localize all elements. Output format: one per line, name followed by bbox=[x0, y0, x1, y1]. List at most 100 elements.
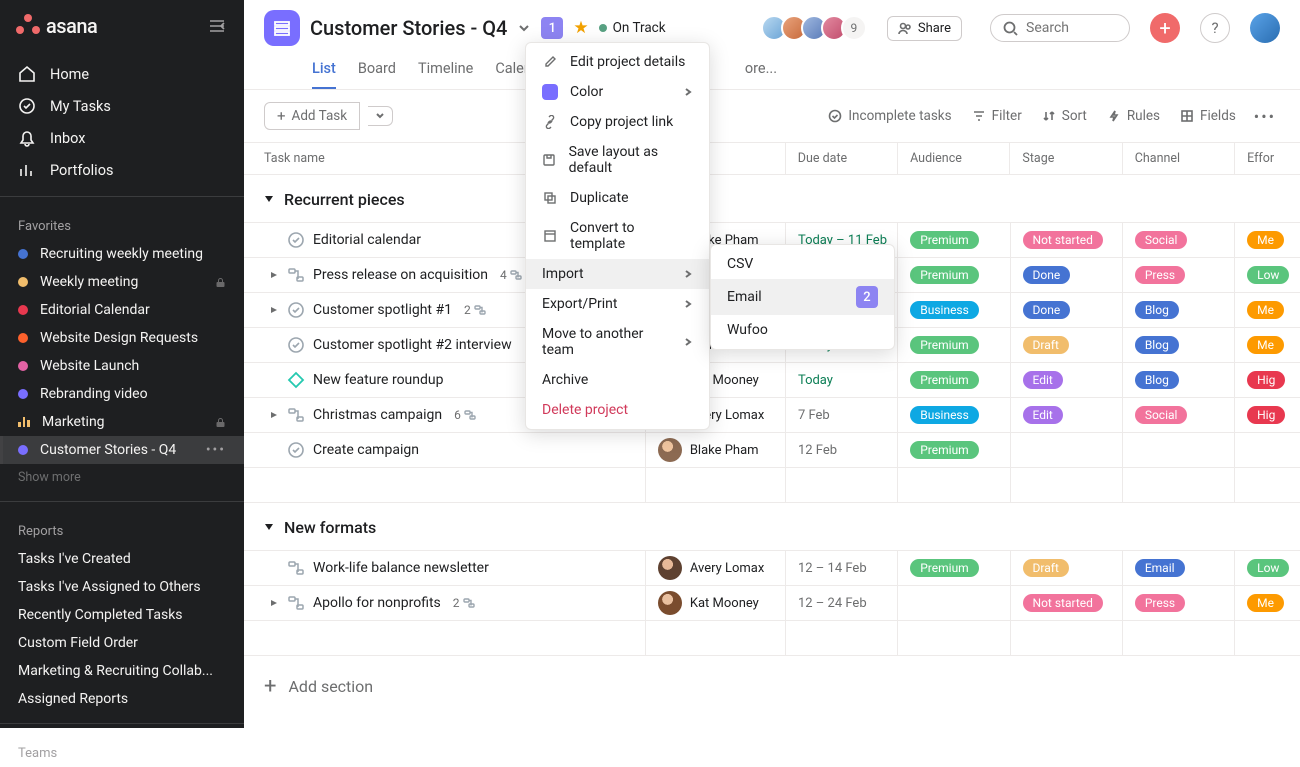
col-due-date[interactable]: Due date bbox=[785, 143, 897, 174]
nav-my-tasks[interactable]: My Tasks bbox=[0, 90, 244, 122]
filter-button[interactable]: Filter bbox=[966, 104, 1028, 128]
effort-cell[interactable]: Me bbox=[1234, 586, 1300, 620]
audience-cell[interactable]: Business bbox=[897, 293, 1009, 327]
audience-cell[interactable]: Premium bbox=[897, 328, 1009, 362]
tab-timeline[interactable]: Timeline bbox=[418, 54, 473, 89]
task-row[interactable]: Work-life balance newsletterAvery Lomax1… bbox=[244, 550, 1300, 586]
expander-icon[interactable] bbox=[269, 411, 279, 419]
effort-cell[interactable]: Me bbox=[1234, 328, 1300, 362]
task-status-icon[interactable] bbox=[287, 301, 305, 319]
sidebar-favorite-item[interactable]: Marketing bbox=[0, 408, 244, 436]
stage-cell[interactable] bbox=[1010, 433, 1122, 467]
sidebar-report-item[interactable]: Tasks I've Assigned to Others bbox=[0, 573, 244, 601]
effort-cell[interactable]: Low bbox=[1234, 258, 1300, 292]
section-header[interactable]: New formats bbox=[244, 503, 1300, 551]
assignee-cell[interactable]: Avery Lomax bbox=[645, 551, 785, 585]
audience-cell[interactable]: Premium bbox=[897, 363, 1009, 397]
incomplete-tasks-filter[interactable]: Incomplete tasks bbox=[822, 104, 957, 128]
empty-task-row[interactable] bbox=[244, 467, 1300, 503]
task-status-icon[interactable] bbox=[287, 371, 305, 389]
show-more-favorites[interactable]: Show more bbox=[0, 464, 244, 491]
channel-cell[interactable]: Social bbox=[1122, 398, 1234, 432]
effort-cell[interactable]: Low bbox=[1234, 551, 1300, 585]
add-section-button[interactable]: + Add section bbox=[244, 656, 1300, 717]
stage-cell[interactable]: Done bbox=[1010, 293, 1122, 327]
col-audience[interactable]: Audience bbox=[897, 143, 1009, 174]
channel-cell[interactable]: Social bbox=[1122, 223, 1234, 257]
empty-task-row[interactable] bbox=[244, 620, 1300, 656]
sidebar-favorite-item[interactable]: Website Launch bbox=[0, 352, 244, 380]
tab-list[interactable]: List bbox=[312, 54, 336, 89]
menu-move-team[interactable]: Move to another team bbox=[526, 319, 709, 365]
task-status-icon[interactable] bbox=[287, 559, 305, 577]
task-status-icon[interactable] bbox=[287, 441, 305, 459]
channel-cell[interactable]: Email bbox=[1122, 551, 1234, 585]
menu-import[interactable]: Import bbox=[526, 259, 709, 289]
due-date-cell[interactable]: 12 – 24 Feb bbox=[785, 586, 897, 620]
channel-cell[interactable]: Press bbox=[1122, 586, 1234, 620]
sidebar-favorite-item[interactable]: Website Design Requests bbox=[0, 324, 244, 352]
submenu-email[interactable]: Email2 bbox=[711, 279, 894, 315]
channel-cell[interactable]: Blog bbox=[1122, 363, 1234, 397]
project-status[interactable]: On Track bbox=[599, 20, 666, 36]
assignee-cell[interactable]: Kat Mooney bbox=[645, 586, 785, 620]
stage-cell[interactable]: Edit bbox=[1010, 363, 1122, 397]
effort-cell[interactable]: Me bbox=[1234, 293, 1300, 327]
menu-edit-details[interactable]: Edit project details bbox=[526, 47, 709, 77]
member-count[interactable]: 9 bbox=[841, 15, 867, 41]
sidebar-report-item[interactable]: Custom Field Order bbox=[0, 629, 244, 657]
sidebar-favorite-item[interactable]: Weekly meeting bbox=[0, 268, 244, 296]
nav-home[interactable]: Home bbox=[0, 58, 244, 90]
task-status-icon[interactable] bbox=[287, 266, 305, 284]
asana-logo[interactable]: asana bbox=[16, 14, 97, 38]
task-status-icon[interactable] bbox=[287, 336, 305, 354]
sort-button[interactable]: Sort bbox=[1036, 104, 1093, 128]
member-avatars[interactable]: 9 bbox=[767, 15, 867, 41]
due-date-cell[interactable]: Today bbox=[785, 363, 897, 397]
sidebar-favorite-item[interactable]: Rebranding video bbox=[0, 380, 244, 408]
stage-cell[interactable]: Not started bbox=[1010, 586, 1122, 620]
nav-portfolios[interactable]: Portfolios bbox=[0, 154, 244, 186]
submenu-csv[interactable]: CSV bbox=[711, 249, 894, 279]
search-input[interactable] bbox=[1026, 20, 1116, 36]
channel-cell[interactable]: Press bbox=[1122, 258, 1234, 292]
fields-button[interactable]: Fields bbox=[1174, 104, 1242, 128]
project-actions-chevron-icon[interactable] bbox=[517, 21, 531, 35]
section-header[interactable]: Recurrent pieces bbox=[244, 175, 1300, 223]
rules-button[interactable]: Rules bbox=[1101, 104, 1166, 128]
share-button[interactable]: Share bbox=[887, 16, 962, 41]
col-effort[interactable]: Effor bbox=[1234, 143, 1300, 174]
task-status-icon[interactable] bbox=[287, 231, 305, 249]
project-title[interactable]: Customer Stories - Q4 bbox=[310, 16, 507, 40]
menu-archive[interactable]: Archive bbox=[526, 365, 709, 395]
stage-cell[interactable]: Draft bbox=[1010, 551, 1122, 585]
expander-icon[interactable] bbox=[269, 271, 279, 279]
task-row[interactable]: Christmas campaign6 Avery Lomax7 FebBusi… bbox=[244, 397, 1300, 433]
add-task-button[interactable]: + Add Task bbox=[264, 102, 360, 130]
sidebar-favorite-item[interactable]: Recruiting weekly meeting bbox=[0, 240, 244, 268]
menu-duplicate[interactable]: Duplicate bbox=[526, 183, 709, 213]
audience-cell[interactable] bbox=[897, 586, 1009, 620]
menu-save-layout[interactable]: Save layout as default bbox=[526, 137, 709, 183]
add-task-dropdown-button[interactable] bbox=[368, 106, 393, 126]
menu-convert-template[interactable]: Convert to template bbox=[526, 213, 709, 259]
due-date-cell[interactable]: 7 Feb bbox=[785, 398, 897, 432]
expander-icon[interactable] bbox=[269, 599, 279, 607]
audience-cell[interactable]: Premium bbox=[897, 551, 1009, 585]
menu-copy-link[interactable]: Copy project link bbox=[526, 107, 709, 137]
col-stage[interactable]: Stage bbox=[1009, 143, 1121, 174]
effort-cell[interactable] bbox=[1234, 433, 1300, 467]
effort-cell[interactable]: Me bbox=[1234, 223, 1300, 257]
sidebar-report-item[interactable]: Recently Completed Tasks bbox=[0, 601, 244, 629]
sidebar-favorite-item[interactable]: Editorial Calendar bbox=[0, 296, 244, 324]
due-date-cell[interactable]: 12 Feb bbox=[785, 433, 897, 467]
task-row[interactable]: Create campaignBlake Pham12 FebPremium bbox=[244, 432, 1300, 468]
project-icon[interactable] bbox=[264, 10, 300, 46]
current-user-avatar[interactable] bbox=[1250, 13, 1280, 43]
audience-cell[interactable]: Business bbox=[897, 398, 1009, 432]
toolbar-more-button[interactable]: ••• bbox=[1250, 103, 1280, 130]
submenu-wufoo[interactable]: Wufoo bbox=[711, 315, 894, 345]
audience-cell[interactable]: Premium bbox=[897, 433, 1009, 467]
audience-cell[interactable]: Premium bbox=[897, 223, 1009, 257]
channel-cell[interactable]: Blog bbox=[1122, 293, 1234, 327]
